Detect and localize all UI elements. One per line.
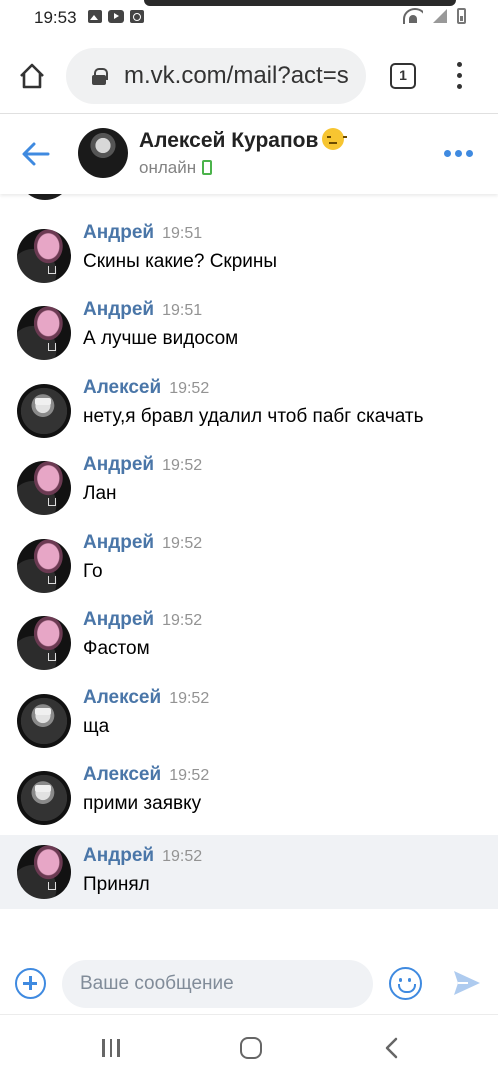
message-time: 19:52	[162, 848, 203, 865]
system-icons	[403, 8, 466, 24]
sender-name[interactable]: Андрей	[83, 609, 154, 630]
sender-name[interactable]: Андрей	[83, 454, 154, 475]
avatar[interactable]	[17, 771, 71, 825]
message-time: 19:52	[169, 380, 210, 397]
contact-name-row[interactable]: Алексей Курапов	[139, 128, 348, 153]
contact-status-row: онлайн	[139, 158, 213, 178]
chat-header: Алексей Курапов онлайн	[0, 114, 498, 194]
android-nav-bar	[0, 1014, 498, 1080]
message-header: Алексей 19:52	[83, 377, 209, 399]
attach-plus-icon[interactable]	[15, 968, 46, 999]
message-text: нету,я бравл удалил чтоб пабг скачать	[83, 406, 424, 427]
message-text: Го	[83, 561, 103, 582]
avatar[interactable]	[17, 694, 71, 748]
sender-name[interactable]: Андрей	[83, 845, 154, 866]
message-item[interactable]: Алексей 19:52 нету,я бравл удалил чтоб па…	[0, 373, 498, 447]
message-text: Фастом	[83, 638, 150, 659]
avatar[interactable]	[17, 461, 71, 515]
message-item[interactable]: Андрей 19:52 Го	[0, 528, 498, 602]
address-bar[interactable]: m.vk.com/mail?act=s	[66, 48, 366, 104]
avatar[interactable]	[17, 616, 71, 670]
message-item[interactable]: Андрей 19:52 Фастом	[0, 605, 498, 679]
status-bar: 19:53	[0, 0, 498, 36]
tabs-button[interactable]: 1	[390, 63, 416, 89]
avatar[interactable]	[17, 306, 71, 360]
avatar[interactable]	[17, 384, 71, 438]
message-text: Скины какие? Скрины	[83, 251, 278, 272]
signal-icon	[433, 9, 447, 23]
sender-name[interactable]: Андрей	[83, 222, 154, 243]
sender-name[interactable]: Алексей	[83, 377, 161, 398]
wifi-icon	[403, 8, 423, 24]
youtube-notification-icon	[108, 10, 124, 23]
message-header: Андрей 19:52	[83, 845, 202, 867]
message-time: 19:52	[162, 457, 203, 474]
message-composer	[0, 954, 498, 1014]
camera-notch	[144, 0, 456, 6]
message-text: Лан	[83, 483, 117, 504]
message-item[interactable]: Алексей 19:52 ща	[0, 683, 498, 757]
message-item[interactable]: Алексей 19:52 прими заявку	[0, 760, 498, 834]
avatar[interactable]	[17, 229, 71, 283]
message-time: 19:52	[162, 535, 203, 552]
message-time: 19:51	[162, 225, 203, 242]
message-header: Андрей 19:52	[83, 454, 202, 476]
message-text: прими заявку	[83, 793, 202, 814]
send-icon[interactable]	[452, 969, 482, 997]
gallery-notification-icon	[88, 10, 102, 23]
message-input[interactable]	[62, 960, 373, 1008]
message-list[interactable]: Андрей 19:51 Скины какие? Скрины Андрей 19…	[0, 194, 498, 954]
home-icon[interactable]	[18, 62, 46, 90]
message-item[interactable]: Андрей 19:51 А лучше видосом	[0, 295, 498, 369]
avatar	[18, 194, 72, 200]
sender-name[interactable]: Алексей	[83, 764, 161, 785]
notification-icons	[88, 10, 144, 23]
message-header: Андрей 19:51	[83, 222, 202, 244]
message-time: 19:52	[169, 767, 210, 784]
home-button-icon[interactable]	[240, 1037, 262, 1059]
emoji-expressionless-icon	[322, 128, 348, 150]
lock-icon	[92, 68, 108, 85]
more-icon[interactable]	[444, 150, 474, 158]
message-time: 19:52	[162, 612, 203, 629]
url-text[interactable]: m.vk.com/mail?act=s	[124, 62, 349, 90]
sender-name[interactable]: Алексей	[83, 687, 161, 708]
sender-name[interactable]: Андрей	[83, 532, 154, 553]
photo-notification-icon	[130, 10, 144, 23]
avatar[interactable]	[17, 845, 71, 899]
battery-icon	[457, 8, 466, 24]
mobile-icon	[202, 160, 213, 175]
emoji-icon[interactable]	[389, 967, 422, 1000]
sender-name[interactable]: Андрей	[83, 299, 154, 320]
recent-apps-icon[interactable]	[102, 1039, 122, 1059]
message-header: Андрей 19:52	[83, 609, 202, 631]
browser-menu-icon[interactable]	[450, 62, 470, 90]
contact-avatar[interactable]	[78, 128, 128, 178]
nav-back-icon[interactable]	[382, 1037, 402, 1059]
back-arrow-icon[interactable]	[20, 138, 52, 170]
message-header: Андрей 19:52	[83, 532, 202, 554]
message-item-highlighted[interactable]: Андрей 19:52 Принял	[0, 835, 498, 909]
message-item[interactable]: Андрей 19:51 Скины какие? Скрины	[0, 218, 498, 292]
message-text: ща	[83, 716, 110, 737]
message-header: Алексей 19:52	[83, 764, 209, 786]
contact-status: онлайн	[139, 158, 197, 177]
avatar[interactable]	[17, 539, 71, 593]
message-text: А лучше видосом	[83, 328, 239, 349]
message-item[interactable]: Андрей 19:52 Лан	[0, 450, 498, 524]
message-header: Алексей 19:52	[83, 687, 209, 709]
message-time: 19:51	[162, 302, 203, 319]
message-header: Андрей 19:51	[83, 299, 202, 321]
message-text: Принял	[83, 874, 150, 895]
status-time: 19:53	[34, 8, 77, 27]
message-time: 19:52	[169, 690, 210, 707]
browser-toolbar: m.vk.com/mail?act=s 1	[0, 36, 498, 114]
contact-name: Алексей Курапов	[139, 129, 319, 152]
list-item	[18, 194, 72, 200]
